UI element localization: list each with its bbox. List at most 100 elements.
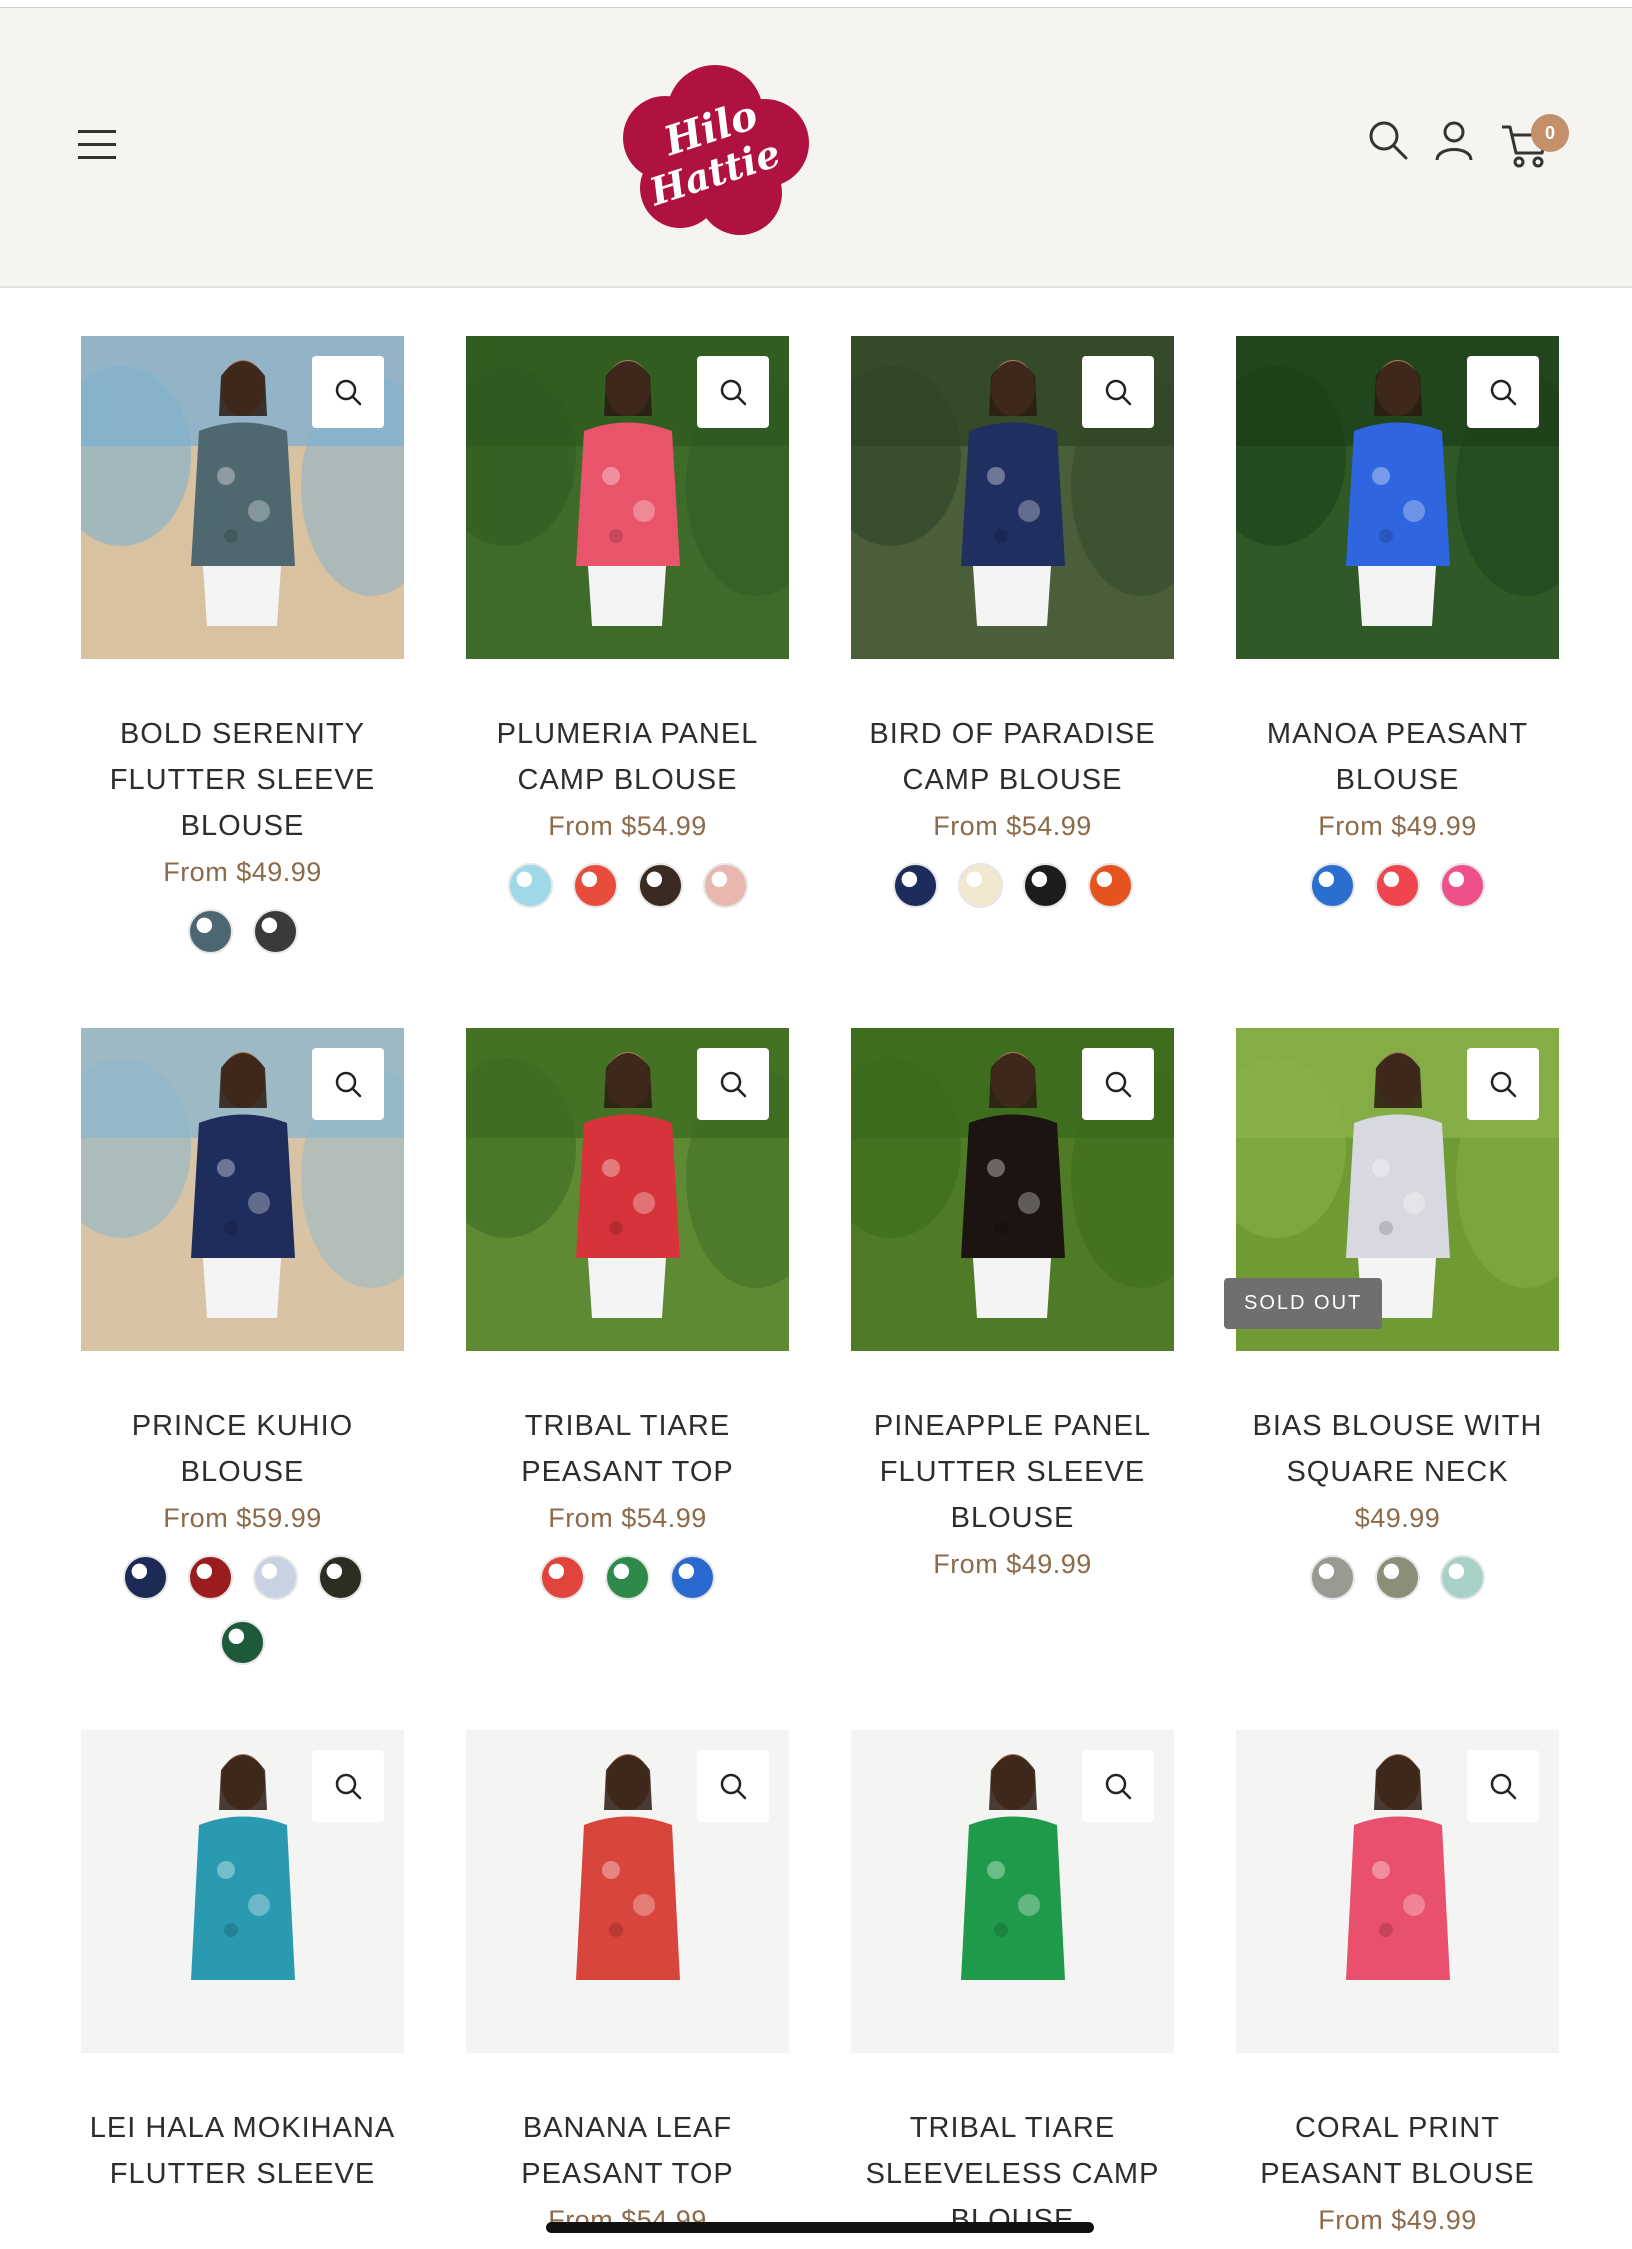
product-card[interactable]: PRINCE KUHIO BLOUSE From $59.99 (81, 1028, 404, 1665)
product-card[interactable]: SOLD OUT BIAS BLOUSE WITH SQUARE NECK $49.… (1224, 1028, 1559, 1600)
product-image[interactable] (1236, 1730, 1559, 2053)
quick-view-button[interactable] (697, 1048, 769, 1120)
zoom-icon (335, 1071, 362, 1098)
quick-view-button[interactable] (312, 1048, 384, 1120)
zoom-icon (1105, 379, 1132, 406)
zoom-icon (1105, 1773, 1132, 1800)
color-swatches (1236, 1555, 1559, 1600)
account-icon[interactable] (1432, 118, 1476, 162)
color-swatch[interactable] (252, 909, 298, 954)
product-image[interactable] (81, 1730, 404, 2053)
product-image[interactable] (851, 1730, 1174, 2053)
quick-view-button[interactable] (1082, 1750, 1154, 1822)
product-title[interactable]: PRINCE KUHIO BLOUSE (81, 1403, 404, 1495)
color-swatch[interactable] (1375, 863, 1420, 908)
product-title[interactable]: TRIBAL TIARE PEASANT TOP (466, 1403, 789, 1495)
product-price: From $54.99 (548, 1503, 707, 1533)
zoom-icon (1105, 1071, 1132, 1098)
zoom-icon (335, 1773, 362, 1800)
product-price: From $49.99 (1318, 2205, 1477, 2235)
quick-view-button[interactable] (312, 1750, 384, 1822)
product-image[interactable] (81, 336, 404, 659)
color-swatches (466, 1555, 789, 1600)
product-card[interactable]: BIRD OF PARADISE CAMP BLOUSE From $54.99 (851, 336, 1174, 908)
color-swatches (81, 909, 404, 954)
product-title[interactable]: PLUMERIA PANEL CAMP BLOUSE (466, 711, 789, 803)
color-swatches (851, 863, 1174, 908)
product-image[interactable] (851, 1028, 1174, 1351)
color-swatch[interactable] (605, 1555, 650, 1600)
color-swatches (1236, 863, 1559, 908)
product-card[interactable]: BOLD SERENITY FLUTTER SLEEVE BLOUSE From … (81, 336, 404, 954)
zoom-icon (1490, 379, 1517, 406)
color-swatch[interactable] (507, 863, 553, 908)
product-title[interactable]: BIRD OF PARADISE CAMP BLOUSE (851, 711, 1174, 803)
product-title[interactable]: MANOA PEASANT BLOUSE (1236, 711, 1559, 803)
product-card[interactable]: TRIBAL TIARE SLEEVELESS CAMP BLOUSE (851, 1730, 1174, 2243)
product-title[interactable]: LEI HALA MOKIHANA FLUTTER SLEEVE (81, 2105, 404, 2197)
color-swatch[interactable] (637, 863, 683, 908)
product-price: From $54.99 (548, 2205, 707, 2235)
product-card[interactable]: TRIBAL TIARE PEASANT TOP From $54.99 (466, 1028, 789, 1600)
product-image[interactable] (1236, 336, 1559, 659)
menu-icon[interactable] (78, 130, 116, 160)
color-swatch[interactable] (702, 863, 748, 908)
color-swatch[interactable] (670, 1555, 715, 1600)
color-swatch[interactable] (1440, 863, 1485, 908)
product-image[interactable] (851, 336, 1174, 659)
product-card[interactable]: MANOA PEASANT BLOUSE From $49.99 (1236, 336, 1559, 908)
status-bar-strip (0, 0, 1632, 8)
quick-view-button[interactable] (1467, 1048, 1539, 1120)
quick-view-button[interactable] (697, 356, 769, 428)
product-image[interactable] (466, 1730, 789, 2053)
color-swatch[interactable] (1310, 1555, 1355, 1600)
product-image[interactable] (466, 336, 789, 659)
hilo-hattie-logo[interactable]: Hilo Hattie (615, 53, 815, 243)
color-swatch[interactable] (187, 909, 233, 954)
zoom-icon (720, 379, 747, 406)
product-card[interactable]: PLUMERIA PANEL CAMP BLOUSE From $54.99 (466, 336, 789, 908)
color-swatch[interactable] (1087, 863, 1133, 908)
color-swatch[interactable] (317, 1555, 363, 1600)
color-swatch[interactable] (1022, 863, 1068, 908)
color-swatch[interactable] (252, 1555, 298, 1600)
product-price: From $49.99 (1318, 811, 1477, 841)
product-card[interactable]: BANANA LEAF PEASANT TOP From $54.99 (466, 1730, 789, 2243)
color-swatches (466, 863, 789, 908)
quick-view-button[interactable] (1082, 356, 1154, 428)
quick-view-button[interactable] (1467, 1750, 1539, 1822)
color-swatch[interactable] (540, 1555, 585, 1600)
quick-view-button[interactable] (312, 356, 384, 428)
color-swatch[interactable] (1440, 1555, 1485, 1600)
quick-view-button[interactable] (697, 1750, 769, 1822)
product-title[interactable]: BANANA LEAF PEASANT TOP (466, 2105, 789, 2197)
home-indicator[interactable] (546, 2222, 1094, 2233)
product-price: From $54.99 (548, 811, 707, 841)
product-title[interactable]: BIAS BLOUSE WITH SQUARE NECK (1236, 1403, 1559, 1495)
zoom-icon (335, 379, 362, 406)
color-swatch[interactable] (1375, 1555, 1420, 1600)
color-swatch[interactable] (220, 1620, 265, 1665)
product-title[interactable]: PINEAPPLE PANEL FLUTTER SLEEVE BLOUSE (851, 1403, 1174, 1541)
site-header: Hilo Hattie 0 (0, 8, 1632, 288)
color-swatch[interactable] (892, 863, 938, 908)
product-image[interactable] (466, 1028, 789, 1351)
color-swatch[interactable] (572, 863, 618, 908)
color-swatch[interactable] (122, 1555, 168, 1600)
search-icon[interactable] (1366, 118, 1410, 162)
product-title[interactable]: BOLD SERENITY FLUTTER SLEEVE BLOUSE (81, 711, 404, 849)
product-title[interactable]: CORAL PRINT PEASANT BLOUSE (1236, 2105, 1559, 2197)
color-swatch[interactable] (957, 863, 1003, 908)
color-swatch[interactable] (187, 1555, 233, 1600)
product-image[interactable] (81, 1028, 404, 1351)
product-card[interactable]: PINEAPPLE PANEL FLUTTER SLEEVE BLOUSE Fro… (851, 1028, 1174, 1587)
product-price: From $54.99 (933, 811, 1092, 841)
product-card[interactable]: LEI HALA MOKIHANA FLUTTER SLEEVE (81, 1730, 404, 2197)
product-card[interactable]: CORAL PRINT PEASANT BLOUSE From $49.99 (1236, 1730, 1559, 2243)
quick-view-button[interactable] (1082, 1048, 1154, 1120)
quick-view-button[interactable] (1467, 356, 1539, 428)
zoom-icon (1490, 1773, 1517, 1800)
color-swatch[interactable] (1310, 863, 1355, 908)
product-price: From $59.99 (163, 1503, 322, 1533)
zoom-icon (720, 1773, 747, 1800)
